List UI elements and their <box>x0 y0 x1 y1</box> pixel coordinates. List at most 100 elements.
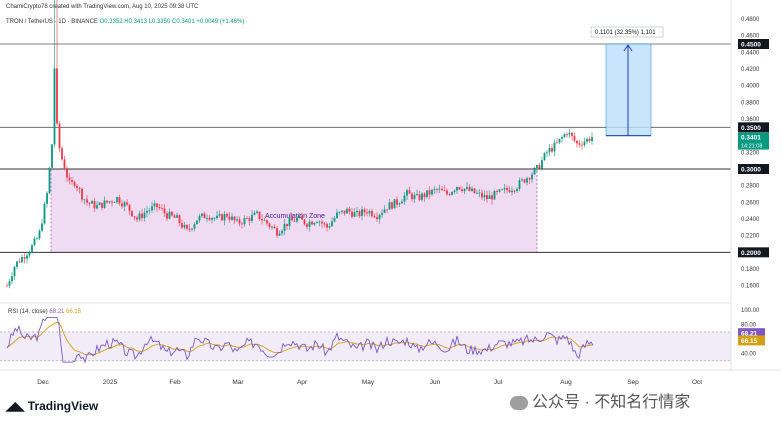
candle-body <box>278 233 281 236</box>
candle-body <box>388 202 391 210</box>
candle-body <box>56 68 58 124</box>
candle-body <box>263 220 266 221</box>
candle-body <box>86 199 88 203</box>
rsi-axis[interactable]: 100.0080.0040.0068.2166.15 <box>738 308 765 358</box>
candle-body <box>336 212 338 218</box>
candle-body <box>38 230 41 239</box>
candle-body <box>578 143 581 145</box>
candle-body <box>471 188 473 191</box>
candle-body <box>68 177 71 181</box>
rsi-tick-label: 80.00 <box>741 323 757 329</box>
candle-body <box>406 190 408 196</box>
accumulation-zone-label: Accumulation Zone <box>265 213 325 220</box>
candle-body <box>573 136 576 141</box>
candle-body <box>11 276 13 282</box>
candle-body <box>448 194 451 196</box>
candle-body <box>368 210 371 214</box>
candle-body <box>43 203 46 224</box>
candle-body <box>251 214 253 221</box>
candle-body <box>558 138 561 143</box>
candle-body <box>408 190 411 194</box>
rsi-band <box>0 331 731 361</box>
candle-body <box>453 190 456 192</box>
candle-body <box>221 214 223 221</box>
candle-body <box>516 188 518 191</box>
time-axis[interactable]: Dec 2025 Feb Mar Apr May Jun Jul Aug Sep Oct <box>37 379 702 386</box>
candle-body <box>331 221 333 227</box>
candle-body <box>203 213 206 219</box>
price-tick-label: 0.3800 <box>741 100 760 106</box>
time-tick-label: 2025 <box>103 379 118 386</box>
candle-body <box>281 230 283 234</box>
candle-body <box>378 214 381 219</box>
candle-body <box>313 223 316 225</box>
price-tick-label: 0.4800 <box>741 17 760 23</box>
candle-body <box>76 185 78 189</box>
candle-body <box>171 211 173 216</box>
price-tick-label: 0.2200 <box>741 234 760 240</box>
candle-body <box>23 257 26 259</box>
candle-body <box>256 211 258 213</box>
candle-body <box>91 201 93 204</box>
time-tick-label: Oct <box>692 379 702 386</box>
tradingview-logo[interactable]: ◢◣ TradingView <box>6 399 98 413</box>
candle-body <box>343 210 346 214</box>
candle-body <box>178 215 181 224</box>
candle-body <box>201 213 203 216</box>
tv-logo-icon: ◢◣ <box>6 399 28 413</box>
candle-body <box>416 194 418 196</box>
price-tick-label: 0.4400 <box>741 50 760 56</box>
candle-body <box>366 212 368 214</box>
candle-body <box>323 223 326 225</box>
candle-body <box>143 212 146 218</box>
rsi-legend[interactable]: RSI (14, close) 68.21 66.15 <box>8 309 81 315</box>
price-tick-label: 0.2400 <box>741 217 760 223</box>
candle-body <box>306 224 308 227</box>
candle-body <box>503 187 506 190</box>
candle-body <box>483 195 486 198</box>
rsi-tick-label: 40.00 <box>741 352 757 358</box>
badge-020: 0.2000 <box>741 250 761 257</box>
candle-body <box>513 190 516 192</box>
candle-body <box>548 148 551 153</box>
candle-body <box>493 191 496 200</box>
candle-body <box>293 220 296 222</box>
candle-body <box>423 193 426 198</box>
candle-body <box>551 148 553 152</box>
candle-body <box>561 137 563 139</box>
price-pane: Accumulation Zone 0.1101 (32.35%) 1,101 <box>0 0 731 289</box>
candle-body <box>381 212 383 215</box>
price-tick-label: 0.2800 <box>741 184 760 190</box>
symbol-name[interactable]: TRON / TetherUS · 1D · BINANCE <box>6 19 98 25</box>
time-tick-label: Jul <box>494 379 503 386</box>
candle-body <box>61 148 63 160</box>
time-tick-label: Sep <box>627 379 639 386</box>
candle-body <box>176 215 178 218</box>
candle-body <box>196 220 198 225</box>
candle-body <box>243 218 246 225</box>
candle-body <box>261 219 263 221</box>
candle-body <box>226 214 228 217</box>
time-tick-label: Mar <box>232 379 244 386</box>
candle-body <box>31 245 33 253</box>
candle-body <box>63 159 66 170</box>
candle-body <box>66 169 68 178</box>
price-tick-label: 0.3600 <box>741 117 760 123</box>
candle-body <box>283 223 286 231</box>
candle-body <box>576 140 578 144</box>
candle-body <box>533 167 536 175</box>
candle-body <box>538 165 541 169</box>
candle-body <box>46 193 48 204</box>
price-axis[interactable]: 0.4800 0.4600 0.4400 0.4200 0.4000 0.3800 0.36… <box>738 17 769 290</box>
candle-body <box>591 137 593 142</box>
candle-body <box>233 216 236 221</box>
candle-body <box>166 213 168 219</box>
candle-body <box>81 188 83 200</box>
candle-body <box>236 219 238 221</box>
price-tick-label: 0.1800 <box>741 267 760 273</box>
candle-body <box>41 223 43 231</box>
candle-body <box>523 179 526 183</box>
symbol-header: TRON / TetherUS · 1D · BINANCE O0.3352 H… <box>6 19 244 25</box>
candle-body <box>496 191 498 192</box>
candle-body <box>316 222 318 224</box>
